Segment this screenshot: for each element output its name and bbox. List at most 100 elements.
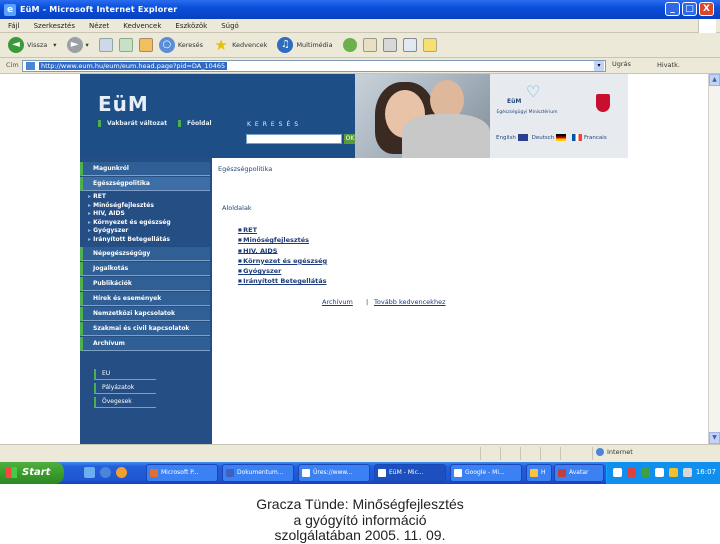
back-button[interactable]: ◄ Vissza ▾ [8, 37, 57, 53]
sidebar-item-public-health[interactable]: Népegészségügy [80, 246, 210, 261]
lang-german[interactable]: Deutsch [532, 135, 555, 141]
taskbar: Start Microsoft P... Dokumentum... Üres:… [0, 462, 720, 484]
word-icon [226, 469, 234, 477]
quicklaunch-media-icon[interactable] [116, 467, 127, 478]
ie-page-icon [302, 469, 310, 477]
sidebar-item-news[interactable]: Hírek és események [80, 291, 210, 306]
address-dropdown-icon[interactable]: ▾ [594, 61, 604, 71]
quicklaunch-ie-icon[interactable] [100, 467, 111, 478]
sidebar-item-publications[interactable]: Publikációk [80, 276, 210, 291]
sidebar-item-archive[interactable]: Archívum [80, 336, 210, 351]
french-flag-icon[interactable] [572, 134, 583, 141]
task-blank-page[interactable]: Üres://www... [298, 464, 370, 482]
tray-icon-5[interactable] [669, 468, 678, 477]
sidebar-sub-ret[interactable]: RET [80, 193, 212, 202]
archive-link[interactable]: Archívum [322, 298, 353, 306]
globe-icon [596, 448, 604, 456]
print-icon[interactable] [382, 38, 397, 52]
add-favorite-link[interactable]: Tovább kedvencekhez [374, 298, 445, 306]
edit-icon[interactable] [402, 38, 417, 52]
sidebar-sub-environment[interactable]: Környezet és egészség [80, 219, 212, 228]
content-link-medicine[interactable]: Gyógyszer [238, 266, 327, 276]
task-avatar[interactable]: Avatar [554, 464, 604, 482]
go-button[interactable]: Ugrás [612, 60, 631, 68]
task-document[interactable]: Dokumentum... [222, 464, 294, 482]
site-search-input[interactable] [246, 134, 342, 144]
menu-view[interactable]: Nézet [89, 22, 109, 30]
search-button[interactable]: ○ Keresés [158, 37, 203, 53]
breadcrumb: Egészségpolitika [218, 165, 273, 173]
home-link[interactable]: Főoldal [178, 120, 212, 127]
sidebar-item-legislation[interactable]: Jogalkotás [80, 261, 210, 276]
accessible-version-link[interactable]: Vakbarát változat [98, 120, 167, 127]
task-eum-browser[interactable]: EüM - Mic... [374, 464, 446, 482]
messenger-icon[interactable] [422, 38, 437, 52]
sidebar-item-health-policy[interactable]: Egészségpolitika [80, 177, 210, 191]
forward-button[interactable]: ► ▾ [66, 37, 89, 53]
sidebar-link-eu[interactable]: EU [94, 368, 156, 380]
volume-icon[interactable] [683, 468, 692, 477]
sidebar-link-tenders[interactable]: Pályázatok [94, 382, 156, 394]
stop-icon[interactable] [98, 38, 113, 52]
german-flag-icon[interactable] [556, 134, 567, 141]
tray-icon-4[interactable] [655, 468, 664, 477]
sidebar-item-professional[interactable]: Szakmai és civil kapcsolatok [80, 321, 210, 336]
content-link-quality[interactable]: Minőségfejlesztés [238, 235, 327, 245]
menu-favorites[interactable]: Kedvencek [123, 22, 161, 30]
sidebar-item-international[interactable]: Nemzetközi kapcsolatok [80, 306, 210, 321]
scroll-up-icon[interactable]: ▲ [709, 74, 720, 86]
browser-toolbar: ◄ Vissza ▾ ► ▾ ○ Keresés ★ Kedvencek ♫ M… [0, 33, 720, 58]
tray-icon-1[interactable] [613, 468, 622, 477]
page-content: Egészségpolitika Aloldalak RET Minőségfe… [214, 158, 628, 444]
link-separator: | [366, 298, 369, 306]
page-icon [26, 62, 35, 70]
content-link-environment[interactable]: Környezet és egészség [238, 256, 327, 266]
slide-caption: Gracza Tünde: Minőségfejlesztés a gyógyí… [0, 496, 720, 544]
content-link-hiv[interactable]: HIV, AIDS [238, 246, 327, 256]
sidebar-sub-medicine[interactable]: Gyógyszer [80, 227, 212, 236]
heart-logo-icon: ♡ [526, 82, 541, 101]
home-icon[interactable] [138, 38, 153, 52]
lang-english[interactable]: English [496, 135, 516, 141]
content-link-ret[interactable]: RET [238, 225, 327, 235]
photo-figure-coat [402, 114, 490, 158]
uk-flag-icon[interactable] [517, 134, 528, 141]
tray-icon-2[interactable] [627, 468, 636, 477]
sidebar-sub-hiv[interactable]: HIV, AIDS [80, 210, 212, 219]
sidebar-link-other[interactable]: Övegesek [94, 396, 156, 408]
address-url[interactable]: http://www.eum.hu/eum/eum.head.page?pid=… [39, 62, 228, 70]
sidebar-sub-quality[interactable]: Minőségfejlesztés [80, 202, 212, 211]
back-dropdown-icon[interactable]: ▾ [53, 41, 56, 49]
refresh-icon[interactable] [118, 38, 133, 52]
content-link-managed-care[interactable]: Irányított Betegellátás [238, 276, 327, 286]
sidebar-sub-managed-care[interactable]: Irányított Betegellátás [80, 236, 212, 245]
menu-file[interactable]: Fájl [8, 22, 20, 30]
menu-help[interactable]: Súgó [221, 22, 239, 30]
clock: 16:07 [695, 468, 716, 476]
task-google[interactable]: Google - Mi... [450, 464, 522, 482]
address-input[interactable]: http://www.eum.hu/eum/eum.head.page?pid=… [22, 60, 606, 72]
task-powerpoint[interactable]: Microsoft P... [146, 464, 218, 482]
start-button[interactable]: Start [0, 462, 64, 484]
task-h[interactable]: H [526, 464, 552, 482]
tray-icon-3[interactable] [641, 468, 650, 477]
back-arrow-icon: ◄ [8, 37, 24, 53]
sidebar-item-about[interactable]: Magunkról [80, 162, 210, 176]
favorites-button[interactable]: ★ Kedvencek [213, 37, 267, 53]
mail-icon[interactable] [362, 38, 377, 52]
media-button[interactable]: ♫ Multimédia [277, 37, 333, 53]
links-button[interactable]: Hivatk. [657, 61, 680, 69]
address-bar: Cím http://www.eum.hu/eum/eum.head.page?… [0, 58, 720, 74]
lang-french[interactable]: Francais [584, 135, 607, 141]
close-button[interactable]: X [699, 2, 714, 16]
quicklaunch-desktop-icon[interactable] [84, 467, 95, 478]
menu-tools[interactable]: Eszközök [175, 22, 207, 30]
scroll-down-icon[interactable]: ▼ [709, 432, 720, 444]
star-icon: ★ [214, 36, 228, 54]
history-icon[interactable] [342, 38, 357, 52]
maximize-button[interactable]: □ [682, 2, 697, 16]
site-logo[interactable]: EüM [98, 92, 149, 116]
vertical-scrollbar[interactable]: ▲ ▼ [708, 74, 720, 444]
minimize-button[interactable]: _ [665, 2, 680, 16]
menu-edit[interactable]: Szerkesztés [34, 22, 75, 30]
